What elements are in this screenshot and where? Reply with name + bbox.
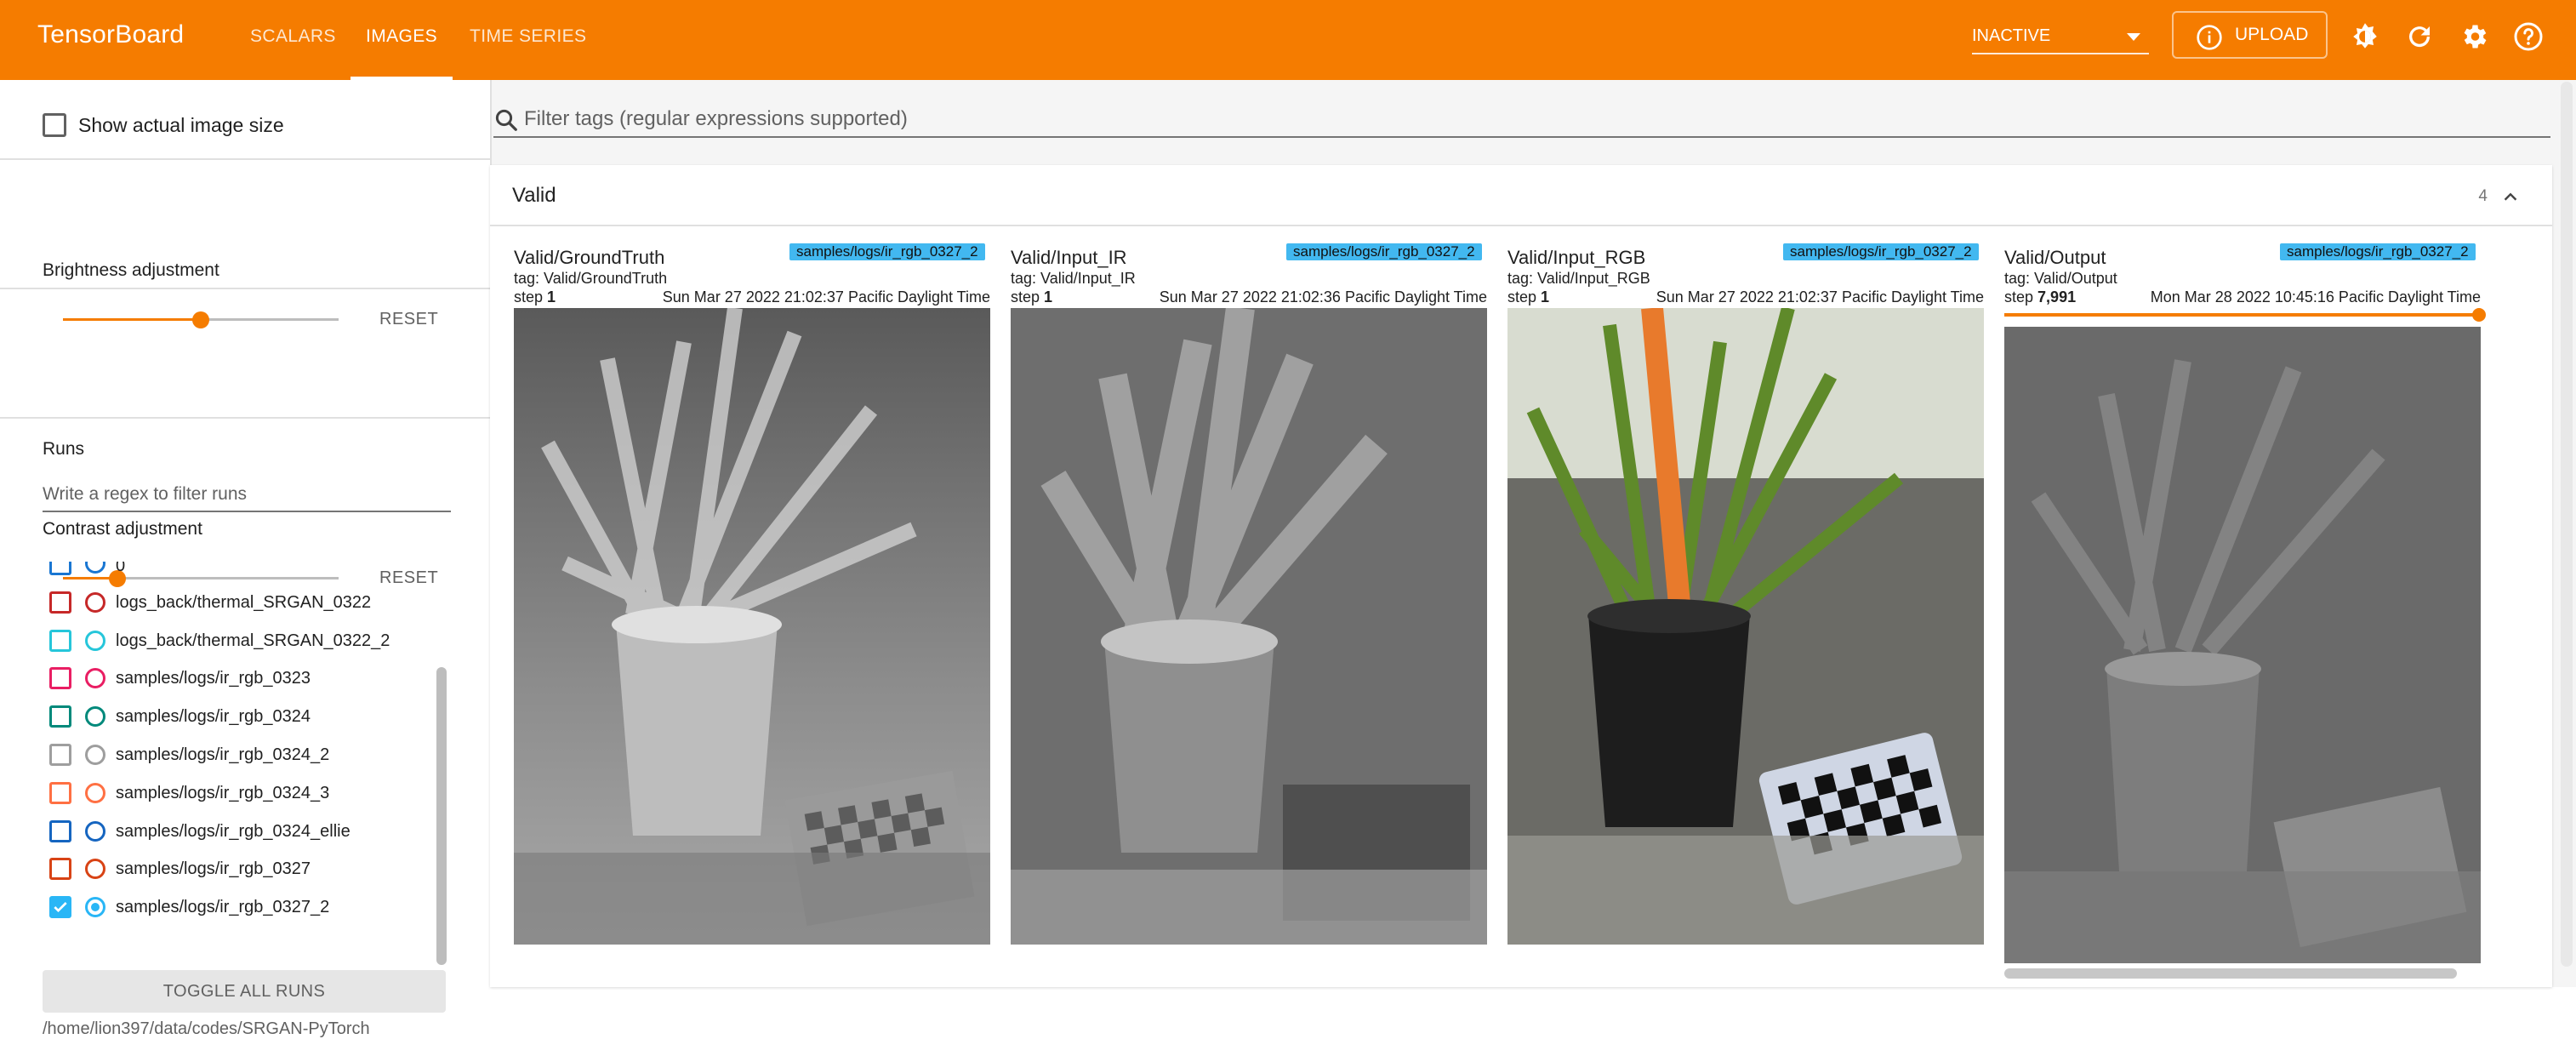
panel-title: Valid/GroundTruth — [514, 247, 665, 268]
run-name: samples/logs/ir_rgb_0324_2 — [116, 745, 330, 764]
run-color-radio[interactable] — [85, 562, 105, 574]
settings-gear-icon[interactable] — [2459, 21, 2489, 52]
run-checkbox[interactable] — [49, 667, 71, 690]
logdir-path: /home/lion397/data/codes/SRGAN-PyTorch — [43, 1019, 370, 1038]
run-color-radio[interactable] — [85, 668, 105, 689]
run-checkbox[interactable] — [49, 705, 71, 728]
sidebar: Show actual image size Brightness adjust… — [0, 80, 492, 1038]
theme-toggle-icon[interactable] — [2350, 21, 2380, 52]
run-checkbox[interactable] — [49, 744, 71, 766]
app-brand: TensorBoard — [37, 20, 185, 49]
toggle-all-runs-button[interactable]: TOGGLE ALL RUNS — [43, 970, 446, 1013]
top-app-bar: TensorBoard SCALARS IMAGES TIME SERIES I… — [0, 0, 2576, 80]
run-checkbox[interactable] — [49, 819, 71, 842]
run-checkbox[interactable] — [49, 591, 71, 614]
run-row[interactable]: samples/logs/ir_rgb_0327 — [43, 851, 434, 888]
panel-tag: tag: Valid/Input_RGB — [1507, 270, 1650, 287]
panel-timestamp: Mon Mar 28 2022 10:45:16 Pacific Dayligh… — [2150, 288, 2481, 305]
plant-grayscale-image[interactable] — [514, 306, 990, 945]
panel-horizontal-scrollbar[interactable] — [2004, 968, 2457, 979]
run-status-value: INACTIVE — [1972, 26, 2051, 45]
chevron-down-icon — [2127, 33, 2140, 41]
plant-color-image[interactable] — [1507, 305, 1984, 945]
run-color-radio[interactable] — [85, 630, 105, 651]
run-badge: samples/logs/ir_rgb_0327_2 — [789, 243, 985, 260]
run-name: samples/logs/ir_rgb_0324_ellie — [116, 821, 350, 841]
run-color-radio[interactable] — [85, 745, 105, 765]
runs-scrollbar-thumb[interactable] — [436, 667, 447, 965]
tag-group-title: Valid — [512, 184, 556, 207]
image-panel-groundtruth: Valid/GroundTruth samples/logs/ir_rgb_03… — [514, 238, 990, 987]
panel-tag: tag: Valid/Input_IR — [1011, 270, 1136, 287]
panel-title: Valid/Output — [2004, 247, 2106, 268]
tab-scalars[interactable]: SCALARS — [250, 0, 336, 80]
panel-timestamp: Sun Mar 27 2022 21:02:37 Pacific Dayligh… — [662, 288, 990, 305]
run-checkbox[interactable] — [49, 858, 71, 881]
panel-tag: tag: Valid/Output — [2004, 270, 2117, 287]
refresh-icon[interactable] — [2404, 21, 2435, 52]
step-slider-track[interactable] — [2004, 313, 2481, 317]
run-color-radio[interactable] — [85, 820, 105, 842]
run-row[interactable]: samples/logs/ir_rgb_0324_3 — [43, 775, 434, 813]
run-checkbox[interactable] — [49, 629, 71, 652]
panel-title: Valid/Input_IR — [1011, 247, 1127, 268]
tag-filter-placeholder: Filter tags (regular expressions support… — [524, 107, 908, 130]
run-name: logs_back/thermal_SRGAN_0322 — [116, 592, 372, 612]
run-checkbox[interactable] — [49, 896, 71, 919]
run-row[interactable]: samples/logs/ir_rgb_0324_ellie — [43, 814, 434, 851]
panel-timestamp: Sun Mar 27 2022 21:02:36 Pacific Dayligh… — [1159, 288, 1487, 305]
panel-tag: tag: Valid/GroundTruth — [514, 270, 668, 287]
image-panel-input-rgb: Valid/Input_RGB samples/logs/ir_rgb_0327… — [1507, 238, 1984, 987]
run-color-radio[interactable] — [85, 859, 105, 880]
tag-group-count: 4 — [2478, 187, 2488, 205]
panel-step: step 7,991 — [2004, 288, 2077, 305]
tab-images[interactable]: IMAGES — [350, 0, 453, 80]
run-color-radio[interactable] — [85, 782, 105, 803]
plant-blurry-ir-image[interactable] — [1011, 305, 1487, 945]
run-name: samples/logs/ir_rgb_0324_3 — [116, 783, 330, 802]
run-name: samples/logs/ir_rgb_0327_2 — [116, 898, 330, 917]
run-status-select[interactable]: INACTIVE — [1972, 19, 2149, 54]
run-row[interactable]: 0 — [43, 562, 434, 584]
image-panel-input-ir: Valid/Input_IR samples/logs/ir_rgb_0327_… — [1011, 238, 1487, 987]
run-color-radio[interactable] — [85, 897, 105, 918]
run-row[interactable]: logs_back/thermal_SRGAN_0322 — [43, 585, 434, 622]
tab-time-series[interactable]: TIME SERIES — [470, 0, 586, 80]
upload-label: UPLOAD — [2235, 25, 2309, 44]
help-icon[interactable] — [2513, 21, 2544, 52]
run-row[interactable]: samples/logs/ir_rgb_0324 — [43, 699, 434, 736]
run-row[interactable]: logs_back/thermal_SRGAN_0322_2 — [43, 623, 434, 660]
plant-output-image[interactable] — [2004, 327, 2481, 963]
run-row[interactable]: samples/logs/ir_rgb_0323 — [43, 660, 434, 698]
main-vertical-scrollbar[interactable] — [2561, 82, 2573, 967]
run-name: 0 — [116, 562, 126, 575]
panel-step: step 1 — [1507, 288, 1550, 305]
chevron-up-icon[interactable] — [2501, 188, 2520, 211]
run-color-radio[interactable] — [85, 706, 105, 728]
run-row[interactable]: samples/logs/ir_rgb_0324_2 — [43, 737, 434, 774]
panel-step: step 1 — [1011, 288, 1053, 305]
run-color-radio[interactable] — [85, 591, 105, 613]
run-badge: samples/logs/ir_rgb_0327_2 — [2280, 243, 2476, 260]
search-icon — [493, 107, 519, 137]
panel-step: step 1 — [514, 288, 556, 305]
runs-list: 0 logs_back/thermal_SRGAN_0322 logs_back/t… — [0, 80, 492, 965]
image-panel-output: Valid/Output samples/logs/ir_rgb_0327_2 … — [2004, 238, 2486, 987]
run-checkbox[interactable] — [49, 781, 71, 804]
run-badge: samples/logs/ir_rgb_0327_2 — [1783, 243, 1979, 260]
panel-timestamp: Sun Mar 27 2022 21:02:37 Pacific Dayligh… — [1656, 288, 1984, 305]
panel-title: Valid/Input_RGB — [1507, 247, 1646, 268]
upload-button[interactable]: UPLOAD — [2172, 11, 2328, 59]
run-name: samples/logs/ir_rgb_0324 — [116, 707, 311, 727]
run-name: samples/logs/ir_rgb_0323 — [116, 669, 311, 688]
run-checkbox[interactable] — [49, 562, 71, 575]
run-name: logs_back/thermal_SRGAN_0322_2 — [116, 631, 390, 650]
run-name: samples/logs/ir_rgb_0327 — [116, 859, 311, 879]
step-slider-thumb[interactable] — [2472, 308, 2486, 322]
tag-filter-input[interactable]: Filter tags (regular expressions support… — [493, 100, 2550, 138]
tag-group-header[interactable]: Valid 4 — [490, 165, 2552, 226]
info-icon — [2196, 24, 2223, 68]
run-badge: samples/logs/ir_rgb_0327_2 — [1286, 243, 1482, 260]
run-row[interactable]: samples/logs/ir_rgb_0327_2 — [43, 889, 434, 927]
